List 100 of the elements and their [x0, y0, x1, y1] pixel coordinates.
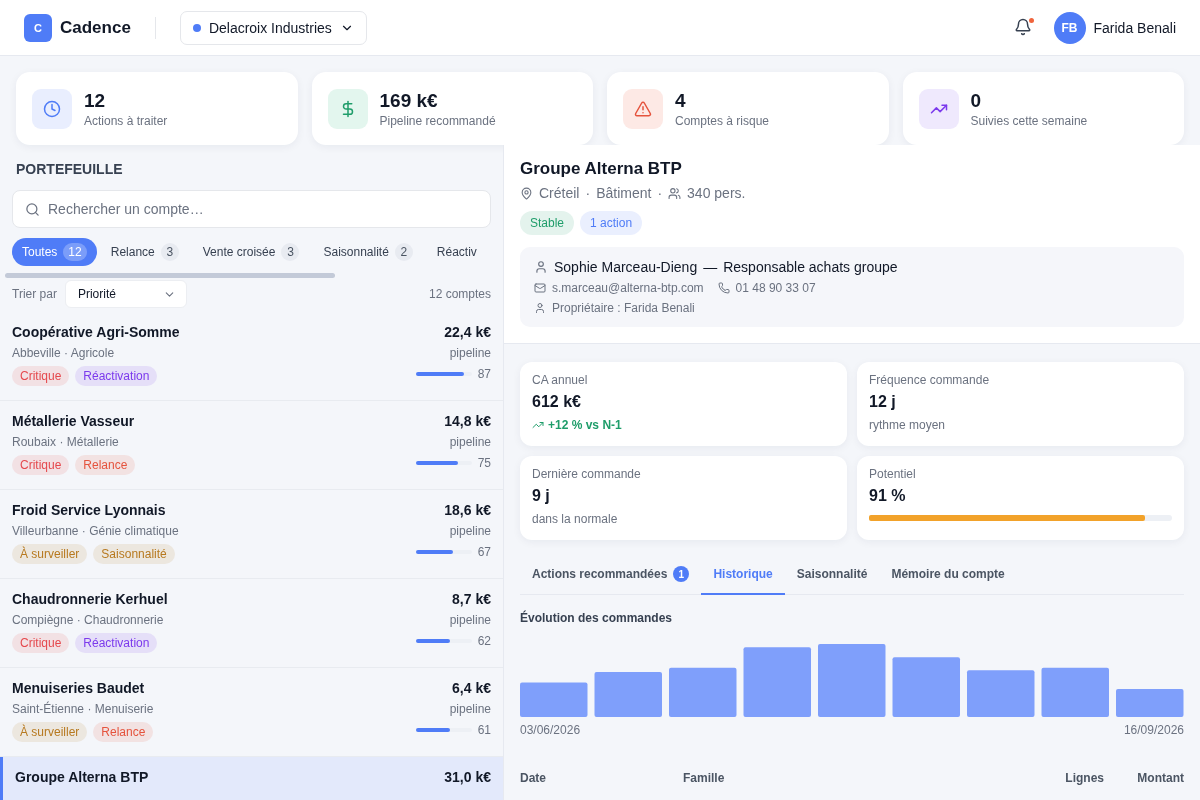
filter-count: 3 [160, 243, 179, 261]
chart-bar [743, 647, 811, 717]
account-row[interactable]: Groupe Alterna BTP 31,0 k€ [0, 757, 503, 800]
account-amount: 14,8 k€ [444, 412, 491, 431]
notifications-button[interactable] [1013, 17, 1034, 38]
metric-value: 12 j [869, 393, 897, 411]
account-row[interactable]: Métallerie Vasseur Roubaix · Métallerie Critique Relance 14,8 k€ pipeline 75 [0, 401, 503, 490]
tab[interactable]: Actions recommandées 1 [520, 556, 702, 595]
search-field[interactable]: Rechercher un compte… [46, 200, 478, 218]
tag: Critique [12, 366, 70, 386]
contact-role: Responsable achats groupe [723, 259, 898, 275]
account-meta: Compiègne · Chaudronnerie [12, 612, 165, 628]
city: Créteil [539, 185, 580, 201]
sort-select[interactable]: Priorité [64, 280, 187, 308]
column-header: Montant [1136, 771, 1184, 785]
account-count: 12 comptes [428, 287, 491, 301]
tab[interactable]: Mémoire du compte [879, 556, 1017, 595]
separator-dot: · [657, 185, 663, 201]
metric-note: rythme moyen [869, 418, 947, 432]
tag: Relance [93, 722, 154, 742]
column-header: Date [520, 771, 547, 785]
score-bar [415, 639, 472, 643]
filter-chip[interactable]: Toutes 12 [12, 238, 97, 266]
tag: Réactivation [75, 366, 158, 386]
people-icon [668, 186, 682, 200]
user-avatar[interactable]: FB [1053, 11, 1086, 44]
account-row[interactable]: Froid Service Lyonnais Villeurbanne · Génie climatique À surveiller Saisonnalité 18,6 k€ pipeline 67 [0, 490, 503, 579]
filter-count: 12 [63, 243, 87, 261]
filter-chip[interactable]: Saisonnalité 2 [313, 238, 423, 266]
metric-value: 9 j [532, 487, 551, 505]
filter-chip[interactable]: Réactiv [426, 238, 487, 266]
end-date: 16/09/2026 [1123, 723, 1184, 737]
chart-bar [967, 670, 1035, 717]
contact-email[interactable]: s.marceau@alterna-btp.com [552, 281, 704, 295]
account-row[interactable]: Coopérative Agri-Somme Abbeville · Agricole Critique Réactivation 22,4 k€ pipeline 87 [0, 312, 503, 401]
company-selector[interactable]: Delacroix Industries [179, 10, 367, 45]
metric-label: Potentiel [869, 467, 917, 481]
contact-phone: 01 48 90 33 07 [735, 281, 816, 295]
account-name: Froid Service Lyonnais [12, 501, 167, 520]
column-header: Famille [683, 771, 726, 785]
person-icon [534, 302, 546, 314]
stat-label: Pipeline recommandé [379, 113, 496, 128]
tag: À surveiller [12, 544, 88, 564]
score-value: 75 [477, 456, 491, 470]
stat-value: 0 [970, 89, 983, 112]
start-date: 03/06/2026 [520, 723, 581, 737]
tag: À surveiller [12, 722, 88, 742]
logo: C [24, 13, 52, 42]
stat-label: Comptes à risque [675, 113, 770, 128]
account-meta: Abbeville · Agricole [12, 345, 116, 361]
tag: Saisonnalité [93, 544, 175, 564]
app-name: Cadence [60, 17, 131, 38]
amount-label: pipeline [449, 345, 491, 361]
person-icon [534, 260, 548, 274]
metric-trend: +12 % vs N-1 [548, 418, 622, 432]
trend-up-icon [532, 419, 544, 431]
separator-dot: · [585, 185, 591, 201]
stat-value: 169 k€ [379, 89, 439, 112]
tab[interactable]: Saisonnalité [784, 556, 880, 595]
tag: Réactivation [75, 633, 158, 653]
chart-bar [594, 671, 662, 717]
chart-bar [520, 682, 588, 717]
metric-label: Fréquence commande [869, 373, 991, 387]
chart-bar [1116, 689, 1184, 717]
score-bar [415, 728, 472, 732]
clock-icon [32, 88, 72, 129]
account-name: Chaudronnerie Kerhuel [12, 590, 168, 609]
filter-chip[interactable]: Relance 3 [100, 238, 189, 266]
account-meta: Roubaix · Métallerie [12, 434, 120, 450]
stat-label: Suivies cette semaine [970, 113, 1088, 128]
headcount: 340 pers. [687, 185, 746, 201]
status-badge: Stable [520, 211, 575, 235]
filter-count: 2 [394, 243, 413, 261]
score-value: 87 [477, 367, 491, 381]
account-amount: 8,7 k€ [452, 590, 491, 609]
chart-title: Évolution des commandes [520, 611, 674, 625]
sector: Bâtiment [596, 185, 652, 201]
filter-count: 3 [281, 243, 300, 261]
account-row[interactable]: Chaudronnerie Kerhuel Compiègne · Chaudronnerie Critique Réactivation 8,7 k€ pipeline 62 [0, 579, 503, 668]
stat-value: 4 [675, 89, 687, 112]
account-amount: 18,6 k€ [444, 501, 491, 520]
tag: Critique [12, 455, 70, 475]
chart-bar [1041, 667, 1109, 717]
trend-up-icon [918, 88, 959, 129]
filter-chip[interactable]: Vente croisée 3 [192, 238, 310, 266]
location-icon [520, 186, 533, 200]
metric-value: 91 % [869, 487, 907, 505]
status-badge: 1 action [580, 211, 643, 235]
score-value: 61 [477, 723, 491, 737]
amount-label: pipeline [449, 612, 491, 628]
account-meta: Saint-Étienne · Menuiserie [12, 701, 154, 717]
search-bar[interactable]: Rechercher un compte… [12, 190, 491, 228]
tag: Relance [75, 455, 136, 475]
metric-label: CA annuel [532, 373, 589, 387]
metric-note: dans la normale [532, 512, 619, 526]
account-meta: Villeurbanne · Génie climatique [12, 523, 179, 539]
score-value: 62 [477, 634, 491, 648]
dash: — [703, 259, 718, 275]
user-name: Farida Benali [1093, 19, 1176, 36]
warning-icon [623, 88, 663, 129]
